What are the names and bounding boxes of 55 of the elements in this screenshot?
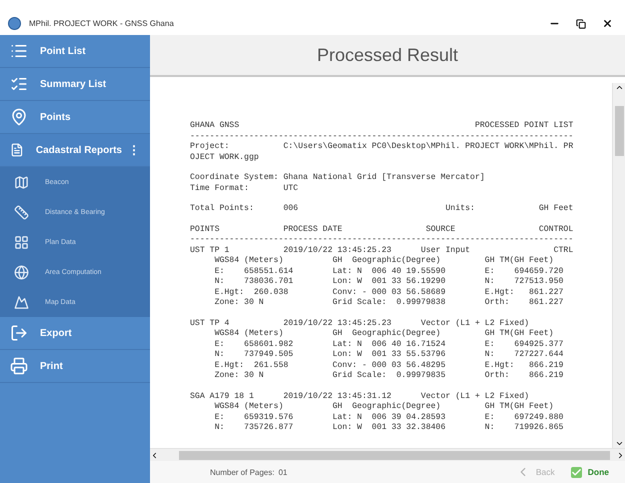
sidebar-item-icon (10, 357, 28, 375)
report-line: N: 737949.505 Lon: W 001 33 55.53796 N: 727227.644 (214, 350, 564, 360)
report-line: ------------------------------------------------------------------------------ (190, 235, 574, 246)
window-title: MPhil. PROJECT WORK - GNSS Ghana (29, 19, 175, 28)
report-line: Time Format: UTC (190, 184, 300, 194)
submenu-item-icon (14, 174, 29, 190)
submenu-item-icon (14, 234, 29, 250)
report-line: Coordinate System: Ghana National Grid [Transverse Mercator] (190, 173, 486, 184)
vertical-scrollbar[interactable] (612, 83, 625, 448)
submenu-item-icon (14, 264, 29, 280)
sidebar-item-icon (10, 42, 28, 60)
report-line: UST TP 4 2019/10/22 13:45:25.23 Vector (L1 + L2 Fixed) (190, 318, 530, 329)
report-line: Zone: 30 N Grid Scale: 0.99979835 Orth: 866.219 (214, 371, 564, 382)
report-line: UST TP 1 2019/10/22 13:45:25.23 User Input CTRL (190, 246, 574, 256)
report-line: SGA A179 18 1 2019/10/22 13:45:31.12 Vector (L1 + L2 Fixed) (190, 392, 530, 402)
scroll-up-icon[interactable] (614, 83, 624, 92)
report-line: N: 735726.877 Lon: W 001 33 32.38406 N: 719926.865 (214, 423, 564, 434)
report-line: OJECT WORK.ggp (190, 152, 260, 163)
report-line: E: 658551.614 Lat: N 006 40 19.55590 E: 694659.720 (214, 266, 564, 277)
close-icon (602, 18, 613, 29)
report-line: E.Hgt: 260.038 Conv: - 000 03 56.58689 E.Hgt: 861.227 (214, 288, 564, 298)
scrollbar-thumb[interactable] (614, 106, 624, 156)
report-line: E.Hgt: 261.558 Conv: - 000 03 56.48295 E.Hgt: 866.219 (214, 360, 564, 371)
pages-count: 01 (278, 468, 288, 476)
scroll-down-icon[interactable] (614, 439, 624, 448)
pages-label: Number of Pages: (210, 468, 274, 476)
restore-icon (576, 18, 586, 28)
sidebar-item-icon (10, 108, 28, 126)
report-line: Zone: 30 N Grid Scale: 0.99979838 Orth: 861.227 (214, 298, 564, 308)
report-line: Project: C:\Users\Geomatix PC0\Desktop\MPhil. PROJECT WORK\MPhil. PR (190, 142, 574, 152)
sidebar-item-icon (10, 75, 28, 93)
app-icon (8, 17, 21, 30)
report-line: WGS84 (Meters) GH Geographic(Degree) GH TM(GH Feet) (214, 256, 555, 266)
report-line: E: 659319.576 Lat: N 006 39 04.28593 E: 697249.880 (214, 412, 564, 423)
sidebar-item[interactable]: Cadastral Reports ⋮ (0, 134, 150, 167)
report-line: ------------------------------------------------------------------------------ (190, 132, 574, 142)
report-line: POINTS PROCESS DATE SOURCE CONTROL (190, 224, 574, 235)
horizontal-scrollbar[interactable] (150, 448, 625, 461)
scroll-left-icon[interactable] (150, 450, 159, 460)
check-icon (570, 466, 582, 478)
report-line: GHANA GNSS PROCESSED POINT LIST (190, 121, 574, 132)
submenu-item-icon (14, 294, 29, 310)
menu-glyph: ⋮ (128, 143, 140, 157)
report-line: WGS84 (Meters) GH Geographic(Degree) GH TM(GH Feet) (214, 329, 555, 340)
report-line: E: 658601.982 Lat: N 006 40 16.71524 E: 694925.377 (214, 340, 564, 350)
page-title: Processed Result (316, 44, 458, 66)
scrollbar-thumb[interactable] (179, 450, 610, 460)
report-line: N: 738036.701 Lon: W 001 33 56.19290 N: 727513.950 (214, 277, 564, 288)
submenu-item-icon (14, 204, 29, 220)
sidebar-item-icon (10, 324, 28, 342)
report-line: WGS84 (Meters) GH Geographic(Degree) GH TM(GH Feet) (214, 402, 555, 412)
report-line: Total Points: 006 Units: GH Feet (190, 204, 574, 214)
done-button[interactable]: Done (562, 466, 617, 478)
sidebar-item-icon (10, 141, 24, 159)
scroll-right-icon[interactable] (616, 450, 625, 460)
